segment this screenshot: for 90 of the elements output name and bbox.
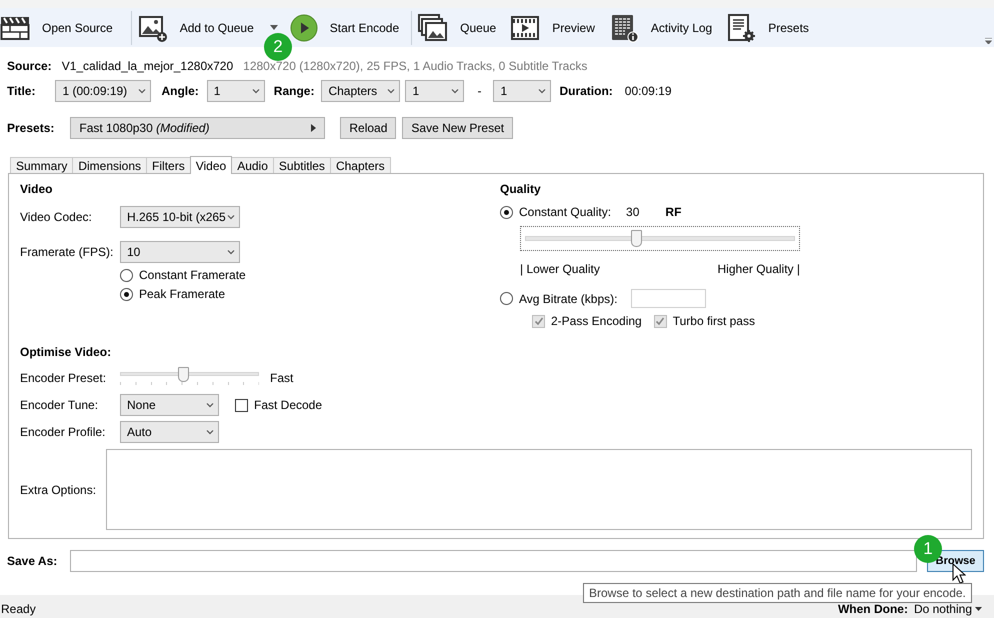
tooltip: Browse to select a new destination path and file name for your encode. <box>583 583 972 603</box>
section-heading: Optimise Video: <box>20 345 112 359</box>
preset-value: Fast <box>270 371 294 385</box>
checkbox[interactable] <box>235 398 248 412</box>
quality-slider[interactable] <box>520 226 800 251</box>
title-label: Title: <box>7 84 36 98</box>
toolbar-button[interactable]: Preview <box>510 10 601 44</box>
toolbar-button[interactable]: Open Source <box>0 10 119 44</box>
section-heading: Video <box>20 182 52 196</box>
play-icon <box>290 14 318 42</box>
checkbox-label: 2-Pass Encoding <box>551 314 642 328</box>
status-text: Ready <box>1 602 36 616</box>
profile-dropdown[interactable]: Auto <box>120 421 219 443</box>
reload-button[interactable]: Reload <box>340 117 396 139</box>
chevron-icon <box>227 214 235 220</box>
save-as-label: Save As: <box>7 554 58 568</box>
when-done-label: When Done: <box>838 602 908 616</box>
chevron-icon <box>387 88 396 94</box>
chevron-icon <box>451 88 460 94</box>
radio-button[interactable] <box>500 292 513 305</box>
rf-value: 30 <box>626 205 640 219</box>
bitrate-field[interactable] <box>631 289 706 308</box>
toolbar-button[interactable]: Presets <box>726 10 815 44</box>
slider-thumb[interactable] <box>630 230 642 247</box>
radio-label: Avg Bitrate (kbps): <box>519 292 618 306</box>
range-separator: - <box>477 84 482 98</box>
chevron-icon <box>538 88 546 94</box>
cursor-icon <box>952 563 966 584</box>
overflow-icon[interactable] <box>985 38 992 44</box>
rf-unit: RF <box>665 205 682 219</box>
tab[interactable]: Summary <box>10 157 74 173</box>
toolbar-button[interactable]: Start Encode <box>290 10 406 44</box>
angle-label: Angle: <box>161 84 199 98</box>
checkbox-label: Fast Decode <box>254 398 322 412</box>
field-label: Encoder Profile: <box>20 425 106 439</box>
images-icon <box>418 12 448 42</box>
radio-button[interactable] <box>120 288 133 300</box>
tab[interactable]: Video <box>190 156 232 174</box>
chevron-icon <box>206 402 214 408</box>
when-done-dropdown[interactable]: Do nothing <box>914 602 982 616</box>
save-as-field[interactable] <box>70 550 917 572</box>
radio-button[interactable] <box>500 206 513 218</box>
duration-value: 00:09:19 <box>624 84 672 98</box>
tab[interactable]: Chapters <box>330 157 391 173</box>
section-heading: Quality <box>500 182 541 196</box>
step-badge: 2 <box>264 33 292 61</box>
scale-label: | Lower Quality <box>520 262 600 276</box>
toolbar-button[interactable]: Queue <box>418 10 502 44</box>
range-end-dropdown[interactable]: 1 <box>493 80 552 102</box>
source-label: Source: <box>7 59 52 73</box>
codec-dropdown[interactable]: H.265 10-bit (x265 <box>120 206 240 228</box>
field-label: Encoder Preset: <box>20 371 108 385</box>
field-label: Framerate (FPS): <box>20 245 114 259</box>
angle-dropdown[interactable]: 1 <box>206 80 265 102</box>
field-label: Encoder Tune: <box>20 398 100 412</box>
radio-button[interactable] <box>120 268 133 282</box>
range-dropdown[interactable]: Chapters <box>321 80 400 102</box>
checkbox-label: Turbo first pass <box>672 314 755 328</box>
tab[interactable]: Audio <box>231 157 274 173</box>
source-name: V1_calidad_la_mejor_1280x720 <box>62 59 234 73</box>
caret-icon <box>975 607 982 611</box>
chevron-icon <box>138 88 146 94</box>
scale-label: Higher Quality | <box>718 262 800 276</box>
save-preset-button[interactable]: Save New Preset <box>402 117 514 139</box>
duration-label: Duration: <box>559 84 613 98</box>
chevron-icon <box>252 88 260 94</box>
field-label: Extra Options: <box>20 482 96 496</box>
tab[interactable]: Dimensions <box>72 157 148 173</box>
radio-label: Peak Framerate <box>139 287 226 301</box>
slider-thumb[interactable] <box>178 366 189 382</box>
radio-label: Constant Framerate <box>139 268 246 282</box>
arrow-right-icon <box>311 124 316 132</box>
presets-label: Presets: <box>7 121 54 135</box>
source-info: 1280x720 (1280x720), 25 FPS, 1 Audio Tracks, 0 Subtitle Tracks <box>243 59 588 73</box>
extra-options-field[interactable] <box>106 449 972 530</box>
framerate-dropdown[interactable]: 10 <box>120 241 240 263</box>
caret-icon <box>270 25 278 30</box>
document-gear-icon <box>726 12 756 42</box>
toolbar-button[interactable]: Activity Log <box>608 10 718 44</box>
field-label: Video Codec: <box>20 210 93 224</box>
radio-label: Constant Quality: <box>519 205 612 219</box>
range-start-dropdown[interactable]: 1 <box>405 80 464 102</box>
chevron-icon <box>227 249 235 255</box>
tab[interactable]: Filters <box>146 157 191 173</box>
title-dropdown[interactable]: 1 (00:09:19) <box>55 80 152 102</box>
preset-selector[interactable]: Fast 1080p30 (Modified) <box>70 117 326 139</box>
chevron-icon <box>206 429 214 435</box>
range-label: Range: <box>274 84 314 98</box>
tab[interactable]: Subtitles <box>272 157 331 173</box>
tune-dropdown[interactable]: None <box>120 394 219 416</box>
